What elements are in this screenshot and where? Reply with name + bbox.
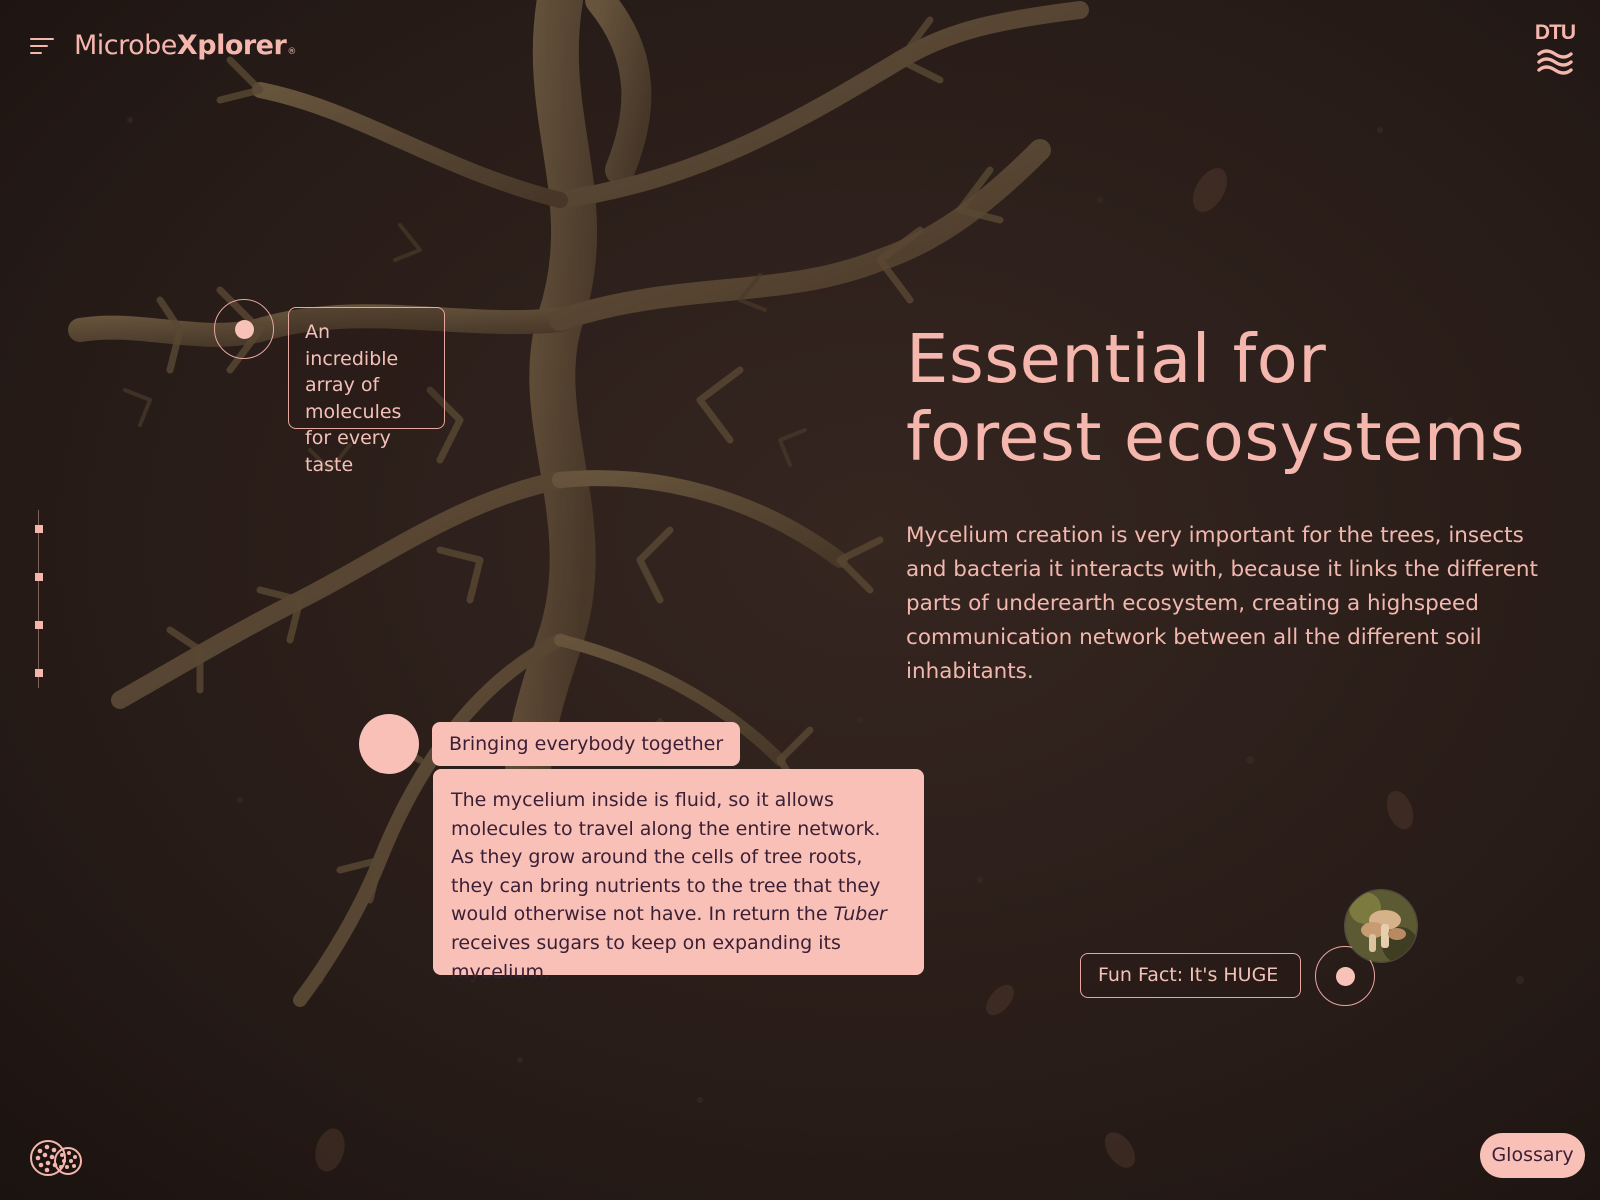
- progress-step-icon[interactable]: [35, 669, 43, 677]
- page-title-line-2: forest ecosystems: [906, 398, 1526, 476]
- registered-mark: ®: [287, 47, 296, 57]
- info-card-species: Tuber: [833, 903, 887, 926]
- truffle-icon[interactable]: [28, 1136, 84, 1180]
- hotspot-dot: [1335, 966, 1355, 986]
- hotspot-dot: [234, 319, 254, 339]
- info-card-text-2: receives sugars to keep on expanding its…: [451, 931, 841, 983]
- intro-paragraph: Mycelium creation is very important for …: [906, 523, 1538, 684]
- dtu-logo-text: DTU: [1534, 21, 1576, 44]
- info-card-text-1: The mycelium inside is fluid, so it allo…: [451, 789, 881, 926]
- glossary-button[interactable]: Glossary: [1480, 1133, 1585, 1178]
- dtu-wave-icon: [1537, 49, 1573, 75]
- mushroom-photo: [1345, 890, 1417, 962]
- page-title: Essential for forest ecosystems: [906, 320, 1525, 476]
- logo-part-xplorer: Xplorer: [176, 30, 287, 61]
- page-title-line-1: Essential for: [906, 320, 1327, 398]
- progress-step-icon[interactable]: [35, 621, 43, 629]
- microbexplorer-logo[interactable]: MicrobeXplorer®: [74, 30, 296, 61]
- info-card: The mycelium inside is fluid, so it allo…: [433, 769, 924, 983]
- progress-track: [38, 510, 39, 688]
- fun-fact-label[interactable]: Fun Fact: It's HUGE: [1080, 953, 1301, 998]
- dtu-logo[interactable]: DTU: [1534, 22, 1576, 76]
- progress-step-icon[interactable]: [35, 525, 43, 533]
- molecules-label[interactable]: An incredible array of molecules for eve…: [288, 307, 445, 476]
- hotspot-molecules[interactable]: [214, 299, 274, 359]
- info-card-title[interactable]: Bringing everybody together: [432, 722, 741, 766]
- logo-part-microbe: Microbe: [74, 30, 177, 61]
- progress-step-icon[interactable]: [35, 573, 43, 581]
- hamburger-menu-icon[interactable]: [30, 38, 54, 56]
- mushroom-photo-icon[interactable]: [1344, 889, 1418, 963]
- hotspot-active[interactable]: [359, 714, 419, 774]
